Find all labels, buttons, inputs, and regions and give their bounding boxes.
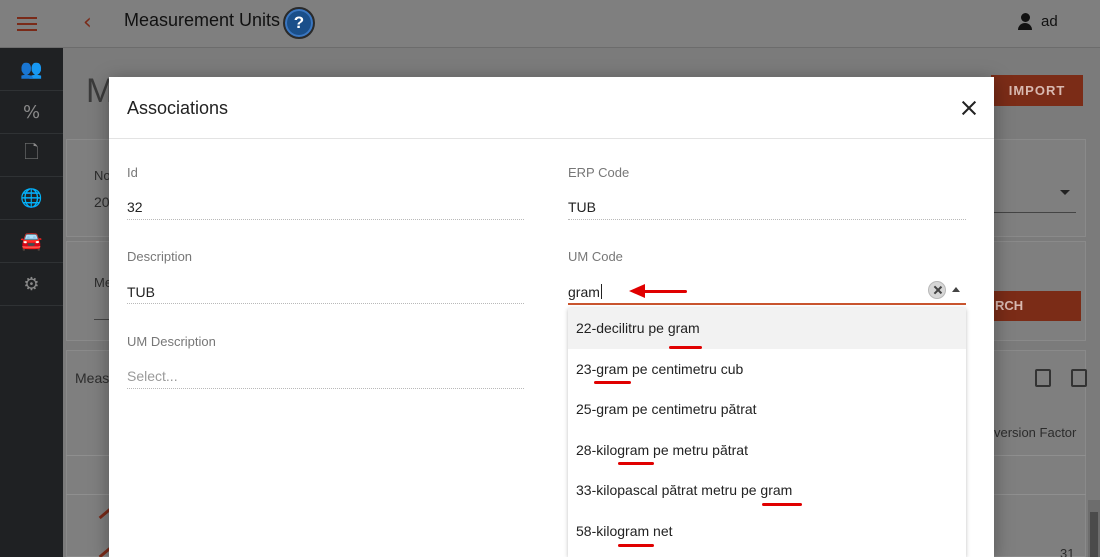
- sidebar-item-users[interactable]: 👥: [0, 48, 63, 91]
- search-button[interactable]: RCH: [985, 291, 1081, 321]
- background-row-value: 31: [1060, 546, 1075, 557]
- description-field[interactable]: TUB: [127, 284, 155, 300]
- erp-code-label: ERP Code: [568, 165, 630, 180]
- um-description-label: UM Description: [127, 334, 216, 349]
- id-field[interactable]: 32: [127, 199, 143, 215]
- um-description-select[interactable]: Select...: [127, 368, 178, 384]
- sidebar-item-vehicles[interactable]: 🚘: [0, 220, 63, 263]
- clear-icon[interactable]: [928, 281, 946, 299]
- background-table-title: Meas: [75, 370, 110, 386]
- sidebar-item-settings[interactable]: ⚙: [0, 263, 63, 306]
- hamburger-menu-icon[interactable]: [17, 14, 37, 34]
- columns-icon[interactable]: [1071, 369, 1087, 387]
- chevron-up-icon[interactable]: [952, 287, 960, 292]
- top-bar: ‹ Measurement Units ? ad: [0, 0, 1100, 48]
- um-code-input-value: gram: [568, 284, 600, 300]
- scrollbar[interactable]: [1088, 500, 1100, 557]
- percent-icon: %: [22, 101, 41, 123]
- text-caret: [600, 284, 602, 299]
- background-value-no: 20: [94, 194, 110, 210]
- dropdown-option[interactable]: 25-gram pe centimetru pătrat: [568, 389, 966, 430]
- annotation-arrow-icon: [629, 282, 687, 302]
- background-column-header: version Factor: [994, 425, 1077, 440]
- dropdown-option-label: 23-gram pe centimetru cub: [576, 360, 744, 377]
- gear-icon: ⚙: [23, 273, 40, 295]
- annotation-underline-mark: [669, 346, 702, 349]
- close-icon[interactable]: [960, 99, 978, 117]
- chevron-down-icon[interactable]: [1060, 190, 1070, 195]
- export-icon[interactable]: [1035, 369, 1051, 387]
- erp-code-field[interactable]: TUB: [568, 199, 596, 215]
- dropdown-option-label: 22-decilitru pe gram: [576, 320, 700, 337]
- sidebar-item-globe[interactable]: 🌐: [0, 177, 63, 220]
- import-button[interactable]: IMPORT: [991, 75, 1083, 106]
- um-code-dropdown: 22-decilitru pe gram 23-gram pe centimet…: [568, 308, 966, 557]
- help-icon[interactable]: ?: [283, 7, 315, 39]
- dropdown-option-label: 33-kilopascal pătrat metru pe gram: [576, 482, 793, 499]
- um-code-label: UM Code: [568, 249, 623, 264]
- dropdown-option-label: 28-kilogram pe metru pătrat: [576, 441, 748, 458]
- id-field-underline: [127, 219, 524, 220]
- background-field-line: [994, 212, 1076, 213]
- back-chevron-icon[interactable]: ‹: [83, 10, 92, 35]
- globe-icon: 🌐: [20, 187, 43, 209]
- dropdown-option-label: 58-kilogram net: [576, 522, 673, 539]
- erp-code-underline: [568, 219, 966, 220]
- car-icon: 🚘: [20, 230, 43, 252]
- sidebar-item-percent[interactable]: %: [0, 91, 63, 134]
- modal-header: Associations: [109, 77, 994, 139]
- annotation-underline-mark: [618, 462, 654, 465]
- sidebar: 👥 % 🗋 🌐 🚘 ⚙: [0, 48, 63, 557]
- modal-title: Associations: [127, 98, 229, 118]
- user-icon[interactable]: [1017, 13, 1033, 31]
- um-code-input[interactable]: gram: [568, 284, 602, 300]
- um-description-underline: [127, 388, 524, 389]
- dropdown-option-label: 25-gram pe centimetru pătrat: [576, 401, 757, 418]
- annotation-underline-mark: [762, 503, 802, 506]
- background-field-line: [94, 319, 109, 320]
- document-icon: 🗋: [24, 142, 39, 163]
- users-icon: 👥: [20, 58, 43, 80]
- annotation-underline-mark: [594, 381, 631, 384]
- id-label: Id: [127, 165, 138, 180]
- sidebar-item-documents[interactable]: 🗋: [0, 134, 63, 177]
- um-code-underline-focused: [568, 303, 966, 305]
- user-name[interactable]: ad: [1041, 13, 1058, 30]
- description-label: Description: [127, 249, 193, 264]
- description-underline: [127, 303, 524, 304]
- dropdown-option[interactable]: 22-decilitru pe gram: [568, 308, 966, 349]
- annotation-underline-mark: [618, 544, 654, 547]
- page-title: Measurement Units: [124, 10, 281, 30]
